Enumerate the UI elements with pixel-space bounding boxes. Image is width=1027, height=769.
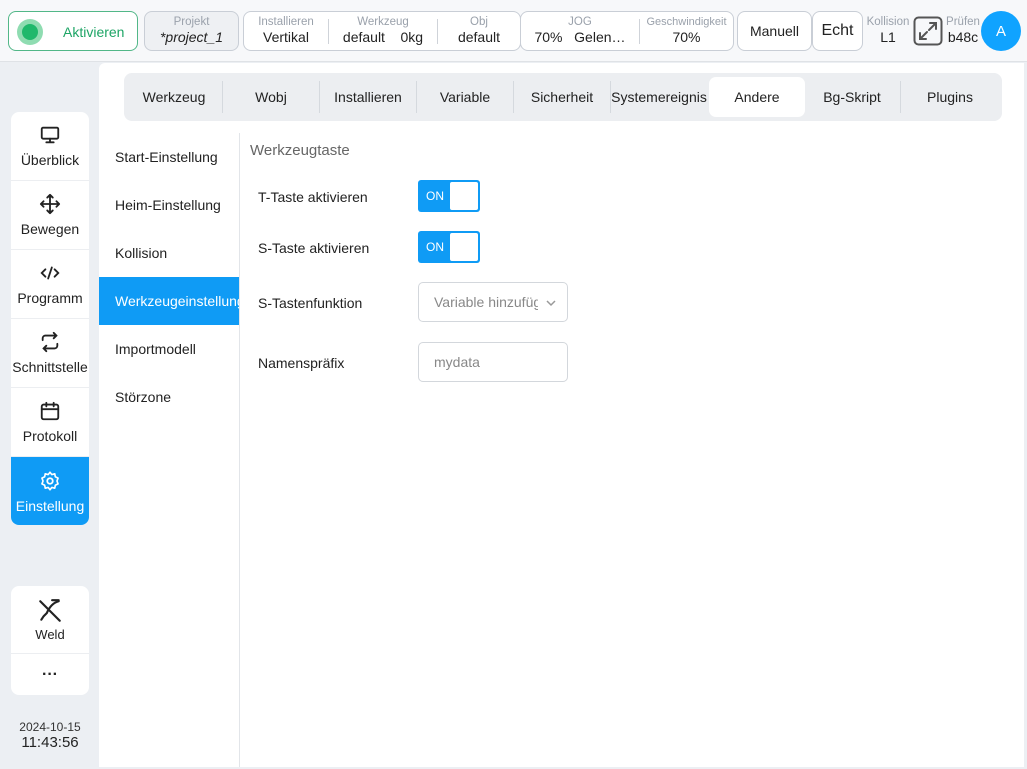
nav-label: Programm bbox=[17, 290, 83, 306]
tab-install[interactable]: Installieren bbox=[320, 77, 416, 117]
install-cell[interactable]: Installieren Vertikal bbox=[244, 12, 328, 50]
clock-date: 2024-10-15 bbox=[19, 720, 81, 734]
clock: 2024-10-15 11:43:56 bbox=[11, 720, 89, 751]
nav-label: Schnittstelle bbox=[12, 359, 88, 375]
more-button[interactable]: ··· bbox=[11, 654, 89, 695]
settings-tabs: Werkzeug Wobj Installieren Variable Sich… bbox=[124, 73, 1002, 121]
nav-item-weld[interactable]: Weld bbox=[11, 586, 89, 654]
subnav-home-settings[interactable]: Heim-Einstellung bbox=[99, 181, 239, 229]
extra-nav: Weld ··· bbox=[11, 586, 89, 695]
tool-value: default 0kg bbox=[342, 29, 424, 45]
nav-label: Überblick bbox=[20, 152, 80, 168]
settings-panel: Werkzeug Wobj Installieren Variable Sich… bbox=[99, 63, 1024, 767]
s-function-label: S-Tastenfunktion bbox=[258, 295, 363, 311]
top-status-bar: Aktivieren Projekt *project_1 Installier… bbox=[0, 0, 1027, 62]
swap-icon bbox=[41, 331, 59, 353]
tab-system-events[interactable]: Systemereignis bbox=[611, 77, 707, 117]
name-prefix-label: Namenspräfix bbox=[258, 355, 345, 371]
nav-label: Bewegen bbox=[20, 221, 80, 237]
activate-label: Aktivieren bbox=[63, 24, 125, 40]
tool-settings-content: Werkzeugtaste T-Taste aktivieren ON S-Ta… bbox=[240, 133, 1024, 767]
monitor-icon bbox=[40, 126, 60, 144]
clock-time: 11:43:56 bbox=[21, 734, 79, 751]
subnav-collision[interactable]: Kollision bbox=[99, 229, 239, 277]
install-value: Vertikal bbox=[263, 29, 309, 45]
jog-label: JOG bbox=[568, 16, 592, 28]
jog-value: 70% Gelen… bbox=[534, 29, 626, 45]
nav-item-move[interactable]: Bewegen bbox=[11, 181, 89, 250]
install-tool-obj-group: Installieren Vertikal Werkzeug default 0… bbox=[243, 11, 521, 51]
obj-cell[interactable]: Obj default bbox=[438, 12, 520, 50]
manual-mode-button[interactable]: Manuell bbox=[737, 11, 812, 51]
nav-item-log[interactable]: Protokoll bbox=[11, 388, 89, 457]
jog-cell[interactable]: JOG 70% Gelen… bbox=[521, 12, 639, 50]
expand-icon[interactable] bbox=[913, 16, 943, 46]
activate-button[interactable]: Aktivieren bbox=[8, 11, 138, 51]
project-label: Projekt bbox=[173, 16, 210, 28]
jog-speed-group: JOG 70% Gelen… Geschwindigkeit 70% bbox=[520, 11, 734, 51]
collision-value: L1 bbox=[880, 29, 896, 45]
toggle-state: ON bbox=[426, 189, 444, 203]
divider bbox=[222, 81, 223, 113]
obj-value: default bbox=[457, 29, 501, 45]
code-icon bbox=[40, 266, 60, 280]
sub-navigation: Start-Einstellung Heim-Einstellung Kolli… bbox=[99, 133, 240, 767]
speed-label: Geschwindigkeit bbox=[646, 16, 727, 28]
t-key-label: T-Taste aktivieren bbox=[258, 189, 368, 205]
weld-torch-icon bbox=[39, 598, 61, 622]
project-selector[interactable]: Projekt *project_1 bbox=[144, 11, 239, 51]
section-title: Werkzeugtaste bbox=[250, 142, 350, 159]
real-mode-button[interactable]: Echt bbox=[812, 11, 863, 51]
nav-item-overview[interactable]: Überblick bbox=[11, 112, 89, 181]
toggle-knob bbox=[450, 182, 478, 210]
main-nav: Überblick Bewegen Programm Schnittstelle… bbox=[11, 112, 89, 525]
avatar[interactable]: A bbox=[981, 11, 1021, 51]
nav-label: Weld bbox=[35, 626, 65, 642]
s-key-label: S-Taste aktivieren bbox=[258, 240, 370, 256]
collision-label: Kollision bbox=[866, 16, 910, 28]
install-label: Installieren bbox=[258, 16, 314, 28]
nav-label: Protokoll bbox=[22, 428, 78, 444]
speed-cell[interactable]: Geschwindigkeit 70% bbox=[640, 12, 733, 50]
t-key-toggle[interactable]: ON bbox=[418, 180, 480, 212]
speed-value: 70% bbox=[672, 29, 701, 45]
project-value: *project_1 bbox=[159, 29, 224, 45]
nav-item-settings[interactable]: Einstellung bbox=[11, 457, 89, 525]
nav-item-interface[interactable]: Schnittstelle bbox=[11, 319, 89, 388]
check-label: Prüfen bbox=[946, 16, 980, 28]
name-prefix-input[interactable] bbox=[418, 342, 568, 382]
s-function-select[interactable]: Variable hinzufügen bbox=[418, 282, 568, 322]
toggle-state: ON bbox=[426, 240, 444, 254]
subnav-tool-settings[interactable]: Werkzeugeinstellung bbox=[99, 277, 239, 325]
chevron-down-icon bbox=[546, 300, 556, 307]
subnav-start-settings[interactable]: Start-Einstellung bbox=[99, 133, 239, 181]
tab-other[interactable]: Andere bbox=[709, 77, 805, 117]
check-value: b48c bbox=[947, 29, 979, 45]
subnav-interference-zone[interactable]: Störzone bbox=[99, 373, 239, 421]
subnav-import-model[interactable]: Importmodell bbox=[99, 325, 239, 373]
nav-label: Einstellung bbox=[15, 497, 85, 514]
tab-wobj[interactable]: Wobj bbox=[224, 77, 318, 117]
status-dot-icon bbox=[17, 19, 43, 45]
tab-safety[interactable]: Sicherheit bbox=[514, 77, 610, 117]
tool-cell[interactable]: Werkzeug default 0kg bbox=[329, 12, 437, 50]
obj-label: Obj bbox=[470, 16, 488, 28]
divider bbox=[900, 81, 901, 113]
nav-item-program[interactable]: Programm bbox=[11, 250, 89, 319]
tab-plugins[interactable]: Plugins bbox=[902, 77, 998, 117]
tool-label: Werkzeug bbox=[357, 16, 409, 28]
tab-variable[interactable]: Variable bbox=[417, 77, 513, 117]
tab-tool[interactable]: Werkzeug bbox=[128, 77, 220, 117]
collision-indicator[interactable]: Kollision L1 bbox=[864, 11, 912, 46]
s-key-toggle[interactable]: ON bbox=[418, 231, 480, 263]
move-icon bbox=[39, 193, 61, 215]
calendar-icon bbox=[40, 401, 60, 421]
toggle-knob bbox=[450, 233, 478, 261]
check-indicator[interactable]: Prüfen b48c bbox=[944, 11, 982, 46]
gear-icon bbox=[41, 470, 59, 491]
s-function-value: Variable hinzufügen bbox=[434, 294, 538, 310]
tab-bg-script[interactable]: Bg-Skript bbox=[806, 77, 898, 117]
